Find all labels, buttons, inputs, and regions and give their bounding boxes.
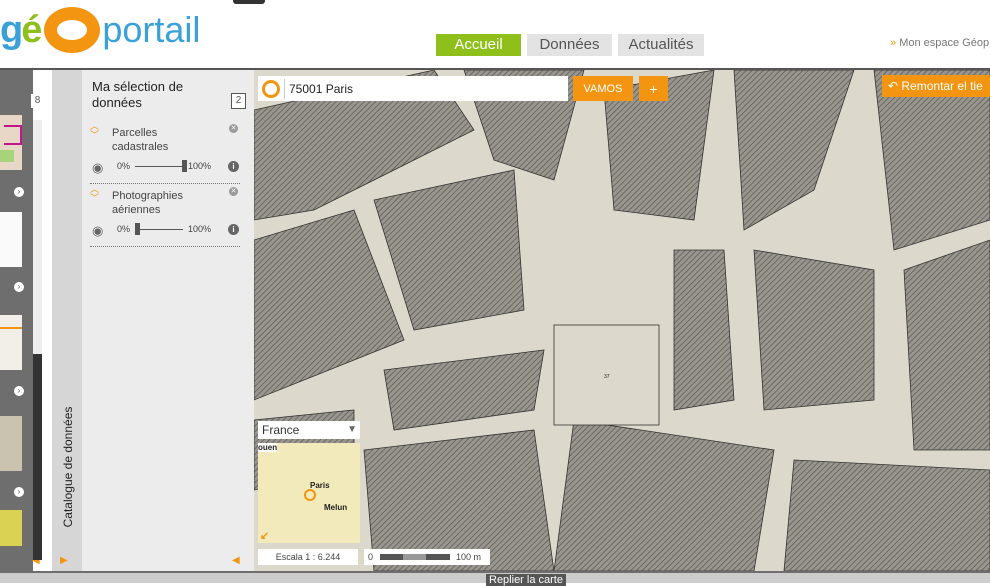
thumbnail-scrollbar[interactable] [33, 120, 42, 560]
expand-right-icon[interactable]: ▶ [60, 555, 68, 566]
region-select[interactable]: France ▼ [258, 421, 360, 439]
thumbnail-count: 8 [31, 94, 44, 108]
layer-item: ︿ ﹀ Parcelles cadastrales ✕ ◉ 0% 100% i [90, 122, 240, 184]
selection-title: Ma sélection de données [92, 79, 184, 110]
reorder-icon[interactable]: ︿ ﹀ [90, 122, 99, 140]
overview-map-image[interactable]: ouen Paris Melun ↙ [258, 443, 360, 543]
collapse-map-button[interactable]: Replier la carte [486, 574, 566, 586]
scale-bar: 0 100 m [364, 549, 490, 565]
geoportail-logo[interactable]: g é portail [0, 4, 200, 56]
map-canvas[interactable]: 37 VAMOS + ↶ Remontar el tie France▼ oue… [254, 70, 990, 571]
info-icon[interactable]: i [228, 161, 239, 172]
basemap-thumbnails: › › › › ◀ [0, 70, 40, 573]
overview-map: France ▼ ouen Paris Melun ↙ [258, 421, 360, 547]
bottom-bar: Replier la carte [0, 571, 990, 586]
collapse-left-icon[interactable]: ◀ [232, 555, 240, 566]
tab-actualites[interactable]: Actualités [618, 34, 704, 56]
chevron-right-icon[interactable]: › [14, 487, 24, 497]
remove-icon[interactable]: ✕ [229, 124, 238, 133]
back-to-top-button[interactable]: ↶ Remontar el tie [882, 75, 990, 97]
reorder-icon[interactable]: ︿ ﹀ [90, 185, 99, 203]
main-area: › › › › ◀ 8 Catalogue de données ▶ Ma sé… [0, 68, 990, 573]
search-input[interactable] [284, 78, 554, 99]
thumbnail-cadastre[interactable] [0, 212, 22, 267]
thumbnail-roads[interactable] [0, 315, 22, 370]
more-button[interactable]: + [639, 76, 668, 101]
chevron-right-icon[interactable]: › [14, 282, 24, 292]
scale-label: Escala 1 : 6.244 [258, 549, 358, 565]
opacity-slider[interactable] [182, 160, 187, 172]
layer-item: ︿ ﹀ Photographies aériennes ✕ ◉ 0% 100% i [90, 185, 240, 247]
thumbnail-map[interactable] [0, 115, 22, 170]
window-handle [233, 0, 265, 4]
undo-icon: ↶ [888, 79, 902, 93]
location-marker-icon [304, 489, 316, 501]
chevron-down-icon: ▼ [347, 424, 357, 435]
chevron-right-icon: » [890, 37, 900, 49]
tab-accueil[interactable]: Accueil [436, 34, 521, 56]
search-box [258, 76, 568, 101]
opacity-slider[interactable] [135, 223, 140, 235]
eye-icon[interactable]: ◉ [92, 160, 103, 176]
selection-count: 2 [231, 93, 246, 109]
thumbnail-topo[interactable] [0, 416, 22, 471]
thumbnail-landcover[interactable] [0, 510, 22, 546]
parcel-label: 37 [604, 374, 610, 380]
resize-arrow-icon[interactable]: ↙ [260, 529, 269, 542]
chevron-right-icon[interactable]: › [14, 187, 24, 197]
selection-panel: Ma sélection de données 2 ︿ ﹀ Parcelles c… [82, 70, 254, 573]
chevron-right-icon[interactable]: › [14, 386, 24, 396]
info-icon[interactable]: i [228, 224, 239, 235]
cadastral-map: 37 [254, 70, 990, 571]
catalog-label: Catalogue de données [61, 406, 75, 528]
go-button[interactable]: VAMOS [573, 76, 633, 101]
tab-donnees[interactable]: Données [527, 34, 612, 56]
catalog-panel-toggle[interactable]: Catalogue de données ▶ [52, 70, 82, 573]
locate-icon[interactable] [262, 79, 280, 98]
remove-icon[interactable]: ✕ [229, 187, 238, 196]
my-space-link[interactable]: » Mon espace Géop [890, 37, 989, 49]
eye-icon[interactable]: ◉ [92, 223, 103, 239]
